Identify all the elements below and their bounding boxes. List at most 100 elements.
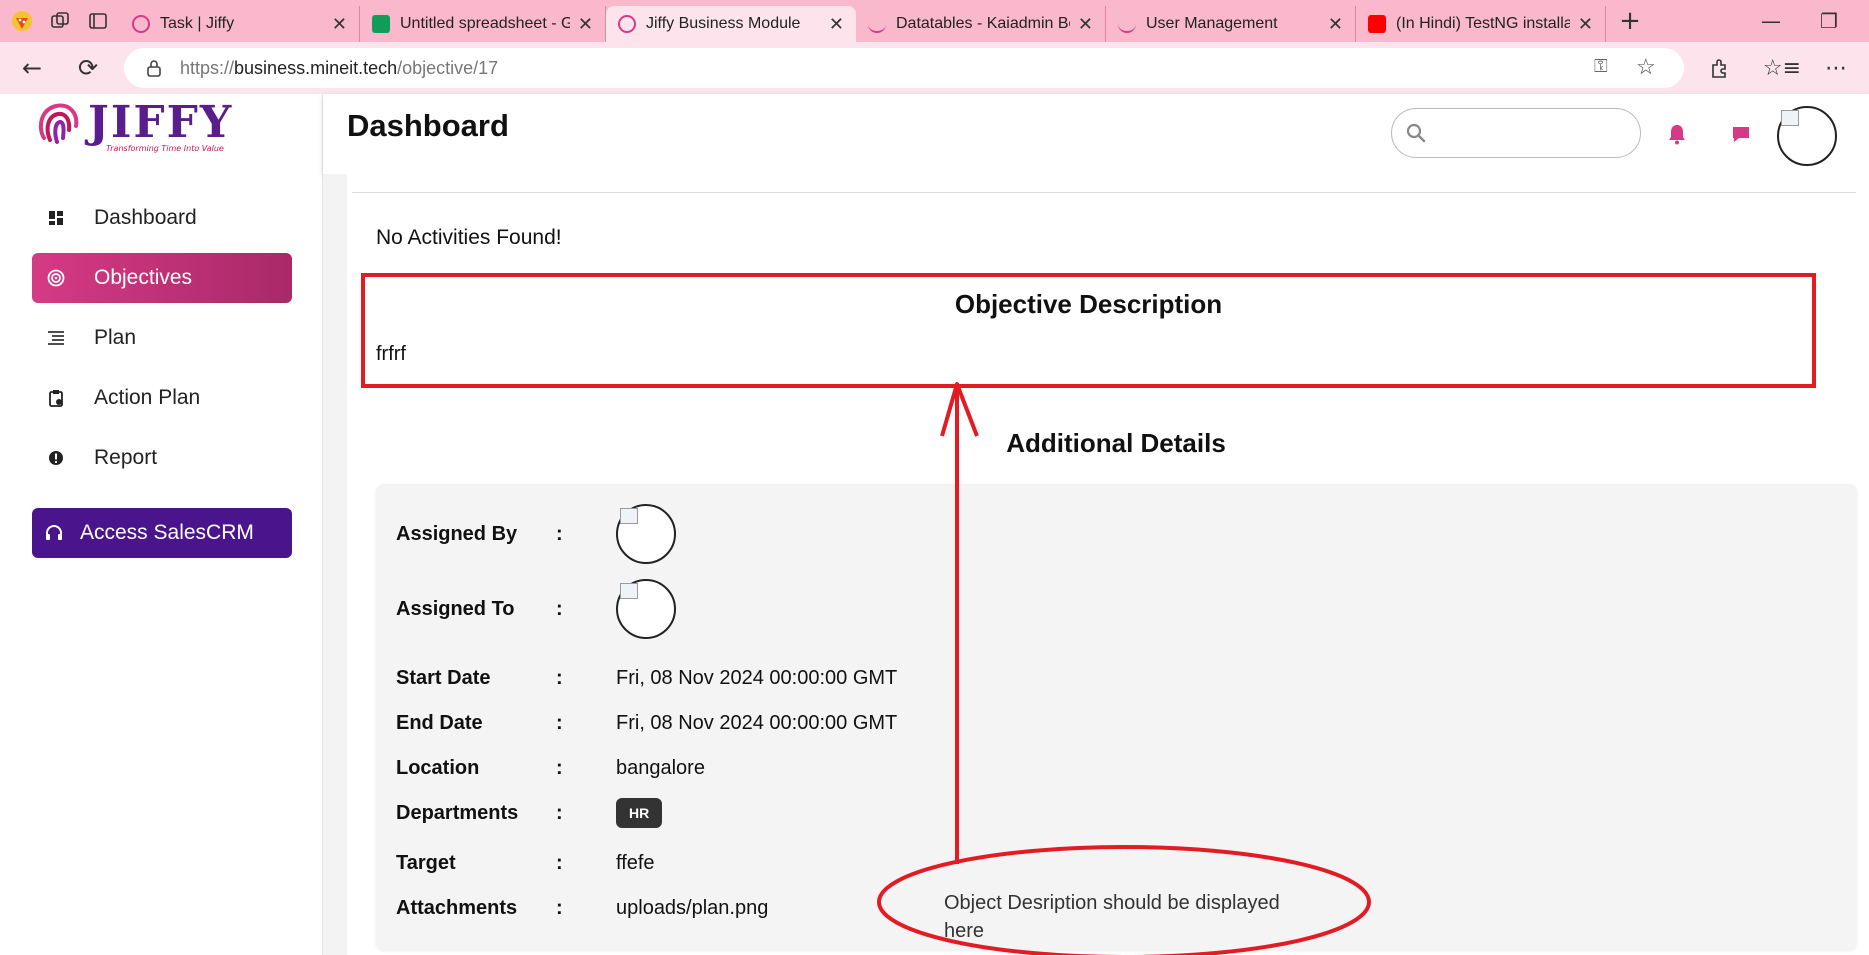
extensions-icon[interactable]: [1698, 46, 1742, 90]
target-value: ffefe: [616, 852, 655, 874]
broken-image-icon: [620, 508, 638, 524]
page-title: Dashboard: [347, 108, 509, 143]
logo-wordmark: JIFFY: [88, 97, 234, 148]
tab-user-management[interactable]: User Management ✕: [1106, 6, 1356, 42]
attachment-link[interactable]: uploads/plan.png: [616, 897, 768, 920]
detail-label: Target: [396, 852, 456, 874]
sidebar-item-label: Plan: [94, 326, 137, 349]
refresh-icon[interactable]: ⟳: [68, 48, 108, 88]
url-path: /objective/17: [397, 57, 499, 78]
tab-spreadsheet[interactable]: Untitled spreadsheet - Go ✕: [360, 6, 606, 42]
close-tab-icon[interactable]: ✕: [1078, 14, 1093, 35]
detail-row-target: Target : ffefe: [396, 852, 655, 875]
jiffy-favicon-icon: [132, 15, 150, 33]
youtube-favicon-icon: [1368, 15, 1386, 33]
tab-title: Datatables - Kaiadmin Bo: [896, 15, 1070, 32]
headset-icon: [44, 523, 64, 543]
detail-row-attachments: Attachments : uploads/plan.png: [396, 897, 768, 920]
objective-description-title: Objective Description: [954, 289, 1223, 319]
assigned-to-avatar[interactable]: [616, 579, 676, 639]
chat-icon[interactable]: [1727, 120, 1755, 148]
jiffy-logo[interactable]: JIFFY Transforming Time Into Value: [36, 97, 234, 153]
access-salescrm-button[interactable]: Access SalesCRM: [32, 508, 292, 558]
search-box[interactable]: [1391, 108, 1641, 158]
detail-row-departments: Departments : HR: [396, 798, 663, 828]
detail-row-assigned-by: Assigned By :: [396, 504, 676, 564]
annotation-note: Object Desription should be displayed he…: [944, 892, 1280, 942]
tab-task-jiffy[interactable]: Task | Jiffy ✕: [120, 6, 360, 42]
favorite-star-icon[interactable]: ☆: [1636, 54, 1656, 80]
tab-title: User Management: [1146, 15, 1278, 32]
detail-label: Start Date: [396, 667, 491, 689]
infinity-favicon-icon: [1118, 15, 1136, 33]
browser-tab-strip: Task | Jiffy ✕ Untitled spreadsheet - Go…: [0, 0, 1869, 42]
detail-colon: :: [556, 597, 563, 620]
sidebar-item-label: Objectives: [94, 266, 193, 289]
profile-icon[interactable]: [6, 5, 38, 37]
close-tab-icon[interactable]: ✕: [1578, 14, 1593, 35]
detail-colon: :: [556, 757, 563, 779]
start-date-value: Fri, 08 Nov 2024 00:00:00 GMT: [616, 667, 898, 689]
no-activities-message: No Activities Found!: [376, 226, 562, 249]
additional-details-title: Additional Details: [1006, 428, 1226, 458]
back-icon[interactable]: ←: [12, 48, 52, 88]
detail-label: Departments: [396, 801, 519, 824]
close-tab-icon[interactable]: ✕: [829, 14, 844, 35]
url-host: business.mineit.tech: [234, 57, 398, 78]
close-tab-icon[interactable]: ✕: [1328, 14, 1343, 35]
detail-colon: :: [556, 897, 563, 919]
user-avatar[interactable]: [1777, 106, 1837, 166]
list-icon: [44, 330, 68, 346]
notification-bell-icon[interactable]: [1663, 120, 1691, 148]
report-icon: [44, 450, 68, 466]
sidebar-item-dashboard[interactable]: Dashboard: [32, 193, 292, 243]
sidebar-item-label: Report: [94, 446, 158, 469]
search-icon: [1406, 123, 1426, 143]
more-menu-icon[interactable]: ⋯: [1814, 46, 1858, 90]
detail-row-assigned-to: Assigned To :: [396, 579, 676, 639]
sidebar-item-label: Action Plan: [94, 386, 201, 409]
tab-title: (In Hindi) TestNG installati: [1396, 15, 1570, 32]
sidebar: JIFFY Transforming Time Into Value Dashb…: [0, 94, 323, 955]
tab-title: Task | Jiffy: [160, 15, 235, 32]
clipboard-icon: [44, 389, 68, 407]
sheets-favicon-icon: [372, 15, 390, 33]
department-badge: HR: [616, 798, 663, 828]
objective-description-text: frfrf: [376, 343, 406, 365]
broken-image-icon: [1781, 110, 1799, 126]
sidebar-item-action-plan[interactable]: Action Plan: [32, 373, 292, 423]
detail-row-location: Location : bangalore: [396, 757, 705, 780]
end-date-value: Fri, 08 Nov 2024 00:00:00 GMT: [616, 712, 898, 734]
tab-jiffy-business[interactable]: Jiffy Business Module ✕: [606, 6, 856, 42]
logo-tagline: Transforming Time Into Value: [106, 144, 224, 153]
minimize-icon[interactable]: —: [1742, 0, 1800, 42]
sidebar-item-label: Dashboard: [94, 206, 197, 229]
workspaces-icon[interactable]: [44, 5, 76, 37]
crm-button-label: Access SalesCRM: [80, 521, 254, 544]
restore-icon[interactable]: ❐: [1800, 0, 1858, 42]
new-tab-icon[interactable]: +: [1614, 5, 1646, 37]
infinity-favicon-icon: [868, 15, 886, 33]
assigned-by-avatar[interactable]: [616, 504, 676, 564]
fingerprint-logo-icon: [38, 103, 79, 144]
sidebar-item-objectives[interactable]: Objectives: [32, 253, 292, 303]
tab-datatables[interactable]: Datatables - Kaiadmin Bo ✕: [856, 6, 1106, 42]
key-icon[interactable]: ⚿: [1594, 56, 1608, 77]
dashboard-icon: [44, 210, 68, 226]
search-input[interactable]: [1436, 124, 1626, 142]
section-divider: [352, 192, 1856, 193]
tab-youtube[interactable]: (In Hindi) TestNG installati ✕: [1356, 6, 1606, 42]
detail-colon: :: [556, 712, 563, 734]
url-bar[interactable]: https://business.mineit.tech/objective/1…: [124, 48, 1684, 88]
tab-actions-icon[interactable]: [82, 5, 114, 37]
location-value: bangalore: [616, 757, 705, 779]
detail-row-start-date: Start Date : Fri, 08 Nov 2024 00:00:00 G…: [396, 667, 897, 690]
detail-label: Assigned By: [396, 522, 518, 545]
sidebar-item-plan[interactable]: Plan: [32, 313, 292, 363]
sidebar-item-report[interactable]: Report: [32, 433, 292, 483]
detail-label: Location: [396, 757, 480, 779]
close-tab-icon[interactable]: ✕: [578, 14, 593, 35]
close-tab-icon[interactable]: ✕: [332, 14, 347, 35]
favorites-icon[interactable]: ☆≡: [1760, 46, 1804, 90]
top-header: Dashboard: [323, 94, 1869, 174]
